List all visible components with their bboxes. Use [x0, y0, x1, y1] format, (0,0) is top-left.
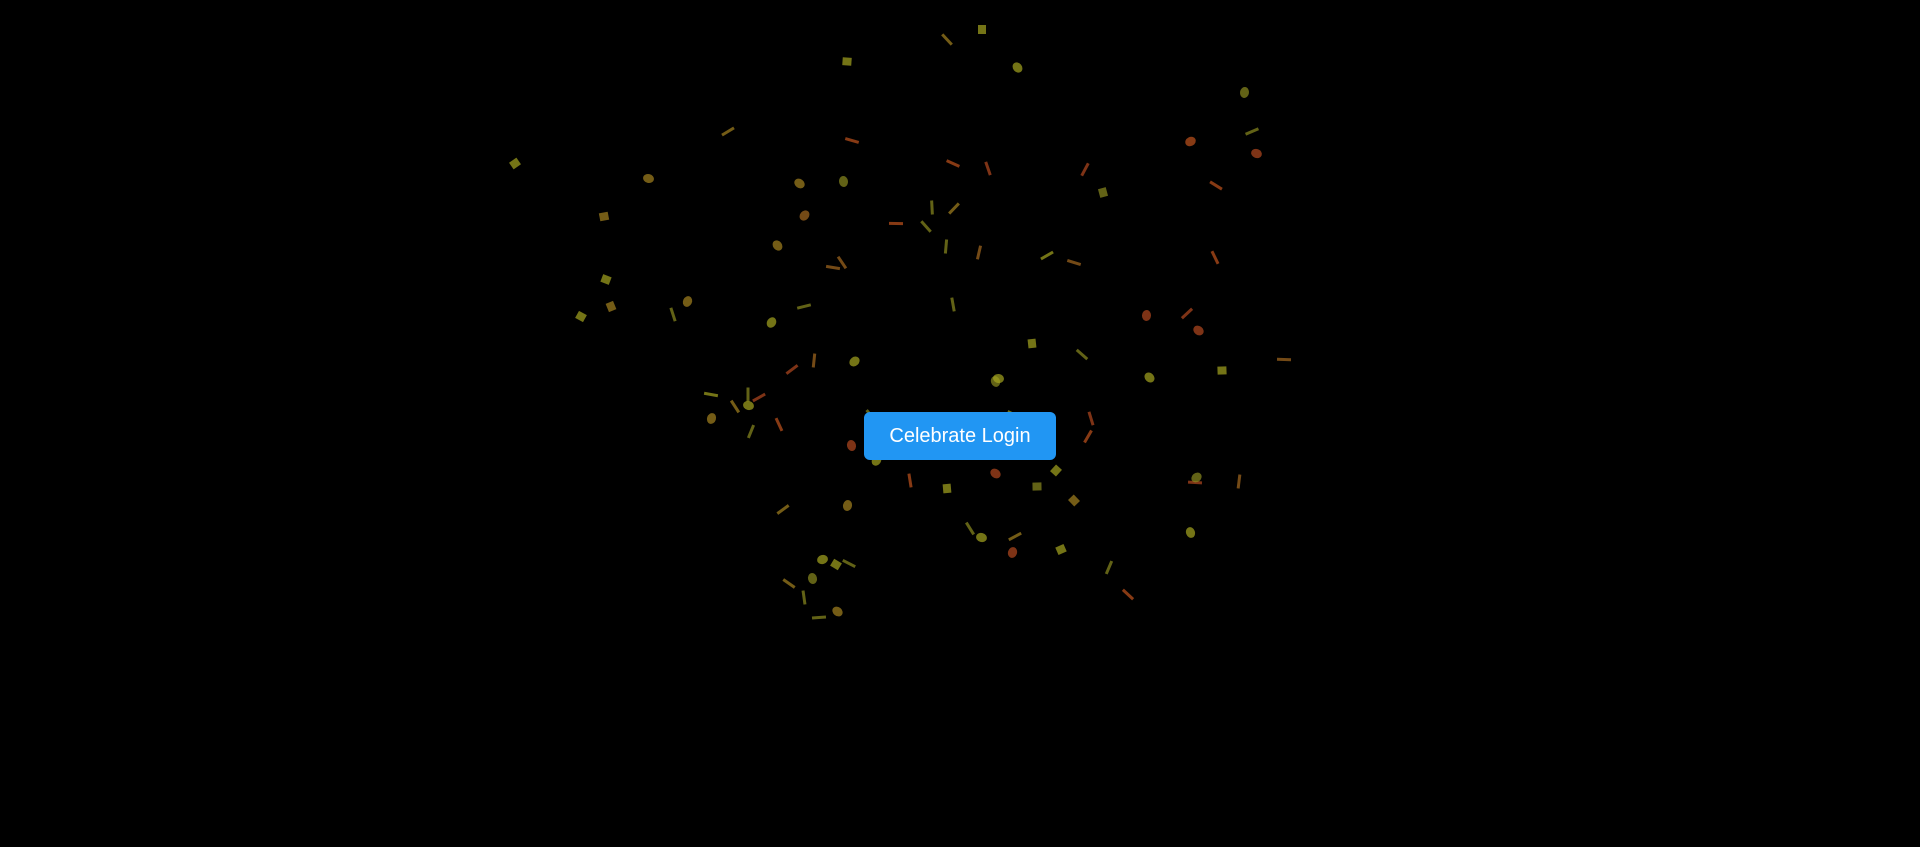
confetti-piece — [844, 137, 860, 144]
confetti-piece — [729, 399, 741, 414]
confetti-piece — [1032, 482, 1042, 491]
confetti-piece — [705, 411, 718, 426]
confetti-piece — [776, 504, 790, 515]
celebration-stage: Celebrate Login — [0, 0, 1920, 847]
confetti-piece — [1210, 250, 1220, 265]
confetti-piece — [992, 373, 1005, 384]
confetti-piece — [1217, 366, 1227, 375]
confetti-piece — [988, 466, 1003, 481]
confetti-piece — [845, 439, 858, 452]
confetti-piece — [1083, 429, 1093, 444]
confetti-piece — [642, 172, 655, 185]
confetti-piece — [811, 353, 817, 368]
confetti-piece — [1187, 480, 1203, 485]
confetti-piece — [838, 175, 849, 188]
confetti-piece — [1006, 545, 1019, 560]
confetti-piece — [681, 294, 694, 309]
confetti-piece — [989, 374, 1002, 389]
confetti-piece — [509, 157, 521, 170]
confetti-piece — [752, 392, 766, 403]
confetti-piece — [1066, 259, 1082, 266]
confetti-piece — [950, 297, 956, 312]
confetti-piece — [792, 176, 807, 191]
confetti-piece — [605, 300, 617, 313]
confetti-piece — [1142, 370, 1157, 385]
confetti-piece — [978, 25, 986, 34]
confetti-piece — [830, 604, 845, 619]
confetti-piece — [1121, 588, 1135, 601]
confetti-piece — [965, 521, 975, 536]
confetti-piece — [742, 399, 755, 412]
confetti-piece — [1239, 86, 1250, 99]
confetti-piece — [811, 615, 827, 620]
confetti-piece — [815, 553, 830, 566]
confetti-piece — [1027, 338, 1037, 349]
confetti-piece — [920, 220, 932, 233]
confetti-piece — [888, 221, 904, 226]
confetti-piece — [746, 387, 750, 402]
confetti-piece — [721, 126, 735, 137]
confetti-piece — [1097, 187, 1109, 198]
confetti-piece — [1209, 180, 1223, 191]
confetti-piece — [797, 208, 812, 223]
confetti-piece — [1244, 127, 1260, 136]
confetti-piece — [785, 364, 799, 375]
confetti-piece — [774, 417, 784, 432]
confetti-piece — [1040, 250, 1054, 261]
confetti-piece — [1008, 531, 1022, 542]
confetti-piece — [746, 424, 756, 439]
confetti-piece — [836, 255, 848, 270]
confetti-piece — [1180, 307, 1194, 320]
confetti-piece — [1050, 464, 1062, 477]
confetti-piece — [764, 315, 779, 330]
confetti-piece — [984, 161, 992, 176]
confetti-piece — [975, 245, 983, 260]
confetti-piece — [942, 483, 952, 494]
confetti-piece — [770, 238, 785, 253]
confetti-piece — [703, 391, 719, 398]
confetti-piece — [1080, 162, 1090, 177]
confetti-piece — [1055, 544, 1067, 555]
confetti-piece — [930, 200, 934, 215]
confetti-piece — [842, 558, 856, 569]
confetti-piece — [1067, 494, 1081, 507]
confetti-piece — [907, 473, 913, 488]
confetti-piece — [1183, 134, 1198, 149]
confetti-piece — [669, 307, 677, 322]
confetti-piece — [598, 211, 610, 222]
confetti-piece — [1191, 323, 1206, 338]
confetti-piece — [1141, 309, 1152, 322]
confetti-piece — [830, 558, 842, 571]
confetti-piece — [1087, 411, 1095, 426]
confetti-piece — [1276, 357, 1292, 362]
confetti-piece — [847, 354, 862, 369]
confetti-piece — [975, 531, 988, 544]
confetti-piece — [825, 264, 841, 271]
confetti-piece — [801, 590, 807, 605]
confetti-piece — [782, 578, 796, 589]
confetti-piece — [1104, 560, 1114, 575]
confetti-piece — [948, 202, 960, 215]
confetti-piece — [796, 303, 812, 310]
celebrate-login-button[interactable]: Celebrate Login — [864, 412, 1056, 460]
confetti-piece — [806, 572, 819, 585]
confetti-piece — [575, 310, 587, 323]
confetti-piece — [945, 159, 961, 168]
confetti-piece — [1236, 474, 1242, 489]
confetti-piece — [1249, 147, 1264, 160]
confetti-piece — [842, 499, 853, 512]
confetti-piece — [1075, 348, 1089, 361]
confetti-piece — [842, 57, 852, 66]
confetti-piece — [1184, 525, 1197, 540]
confetti-piece — [1189, 470, 1204, 485]
confetti-piece — [600, 274, 612, 285]
confetti-piece — [943, 239, 949, 254]
confetti-piece — [1010, 60, 1025, 75]
confetti-piece — [941, 33, 953, 46]
